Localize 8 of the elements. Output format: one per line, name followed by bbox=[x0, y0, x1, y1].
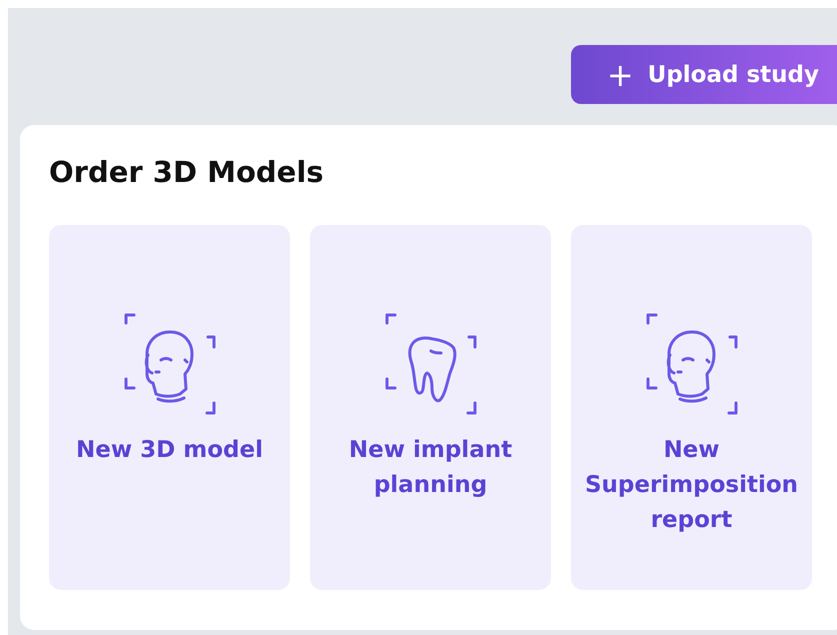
order-tile[interactable]: New Superimposition report bbox=[571, 225, 812, 590]
tile-label: New implant planning bbox=[348, 436, 514, 500]
tile-label: New 3D model bbox=[75, 436, 264, 465]
upload-study-button[interactable]: + Upload study bbox=[570, 45, 837, 104]
order-tile[interactable]: New implant planning bbox=[310, 225, 551, 590]
order-tile[interactable]: New 3D model bbox=[49, 225, 290, 590]
tile-label: New Superimposition report bbox=[584, 436, 800, 535]
card-title: Order 3D Models bbox=[49, 155, 325, 189]
